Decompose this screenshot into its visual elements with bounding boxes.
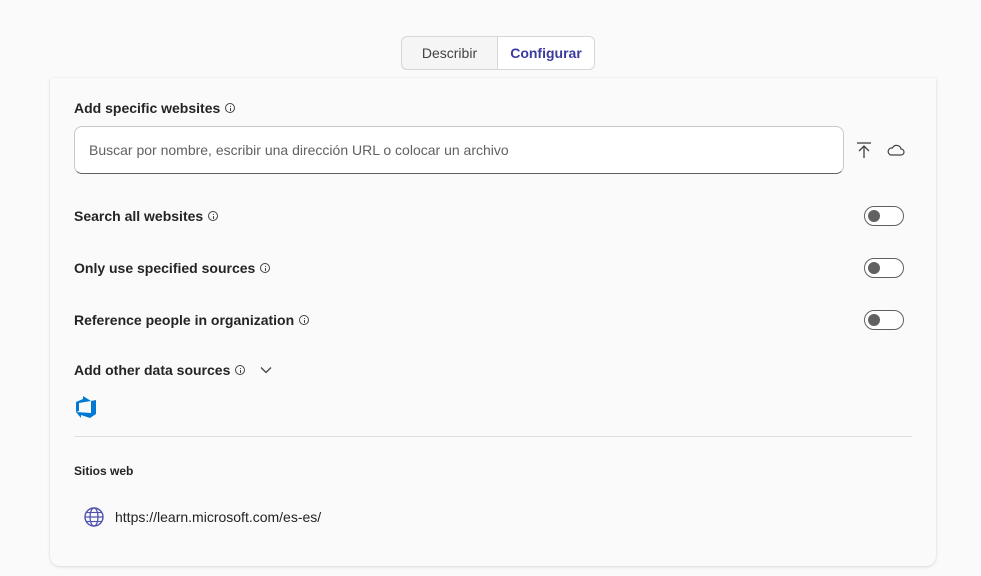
cloud-icon[interactable] xyxy=(885,139,907,161)
sitios-web-title: Sitios web xyxy=(74,464,134,478)
info-icon[interactable] xyxy=(260,263,271,273)
info-icon[interactable] xyxy=(235,365,246,375)
globe-icon xyxy=(83,506,105,528)
tab-bar: Describir Configurar xyxy=(401,36,595,70)
reference-people-toggle[interactable] xyxy=(864,310,904,330)
website-search-input[interactable] xyxy=(89,142,843,158)
only-specified-sources-label: Only use specified sources xyxy=(74,260,256,276)
only-specified-sources-toggle[interactable] xyxy=(864,258,904,278)
tab-describir[interactable]: Describir xyxy=(402,37,498,69)
website-list-item[interactable]: https://learn.microsoft.com/es-es/ xyxy=(83,506,321,528)
configure-card: Add specific websites Search all website… xyxy=(50,78,936,566)
info-icon[interactable] xyxy=(225,103,236,113)
website-url[interactable]: https://learn.microsoft.com/es-es/ xyxy=(115,509,321,525)
add-websites-label: Add specific websites xyxy=(74,100,221,116)
only-specified-sources-row: Only use specified sources xyxy=(74,260,271,276)
toggle-knob xyxy=(868,262,880,274)
reference-people-label: Reference people in organization xyxy=(74,312,295,328)
search-all-websites-label: Search all websites xyxy=(74,208,204,224)
search-all-websites-row: Search all websites xyxy=(74,208,219,224)
upload-arrow-icon[interactable] xyxy=(853,139,875,161)
add-other-sources-row: Add other data sources xyxy=(74,362,273,378)
search-all-websites-toggle[interactable] xyxy=(864,206,904,226)
reference-people-row: Reference people in organization xyxy=(74,312,310,328)
website-search-box[interactable] xyxy=(74,126,844,174)
toggle-knob xyxy=(868,314,880,326)
toggle-knob xyxy=(868,210,880,222)
section-divider xyxy=(74,436,912,437)
chevron-down-icon[interactable] xyxy=(259,363,273,377)
add-other-sources-label: Add other data sources xyxy=(74,362,231,378)
tab-configurar[interactable]: Configurar xyxy=(498,37,594,69)
add-websites-heading: Add specific websites xyxy=(74,100,236,116)
azure-devops-icon[interactable] xyxy=(74,394,100,420)
info-icon[interactable] xyxy=(208,211,219,221)
info-icon[interactable] xyxy=(299,315,310,325)
